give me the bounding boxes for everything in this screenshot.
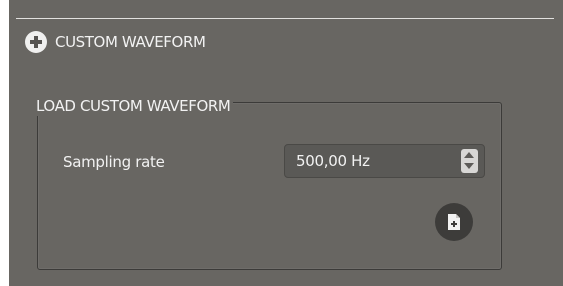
plus-circle-icon[interactable] <box>25 31 47 53</box>
decrement-arrow-icon[interactable] <box>464 163 474 169</box>
custom-waveform-header[interactable]: CUSTOM WAVEFORM <box>25 30 206 54</box>
group-title: LOAD CUSTOM WAVEFORM <box>34 96 234 116</box>
sampling-rate-spinbox[interactable]: 500,00 Hz <box>284 144 485 178</box>
load-waveform-button[interactable] <box>435 203 473 241</box>
spin-buttons[interactable] <box>461 149 478 173</box>
sampling-rate-label: Sampling rate <box>63 153 165 171</box>
section-title: CUSTOM WAVEFORM <box>55 33 206 51</box>
sampling-rate-value[interactable]: 500,00 Hz <box>296 152 370 170</box>
increment-arrow-icon[interactable] <box>464 152 474 158</box>
add-file-icon <box>448 214 460 230</box>
top-divider <box>16 18 554 19</box>
load-custom-waveform-group <box>37 102 502 270</box>
